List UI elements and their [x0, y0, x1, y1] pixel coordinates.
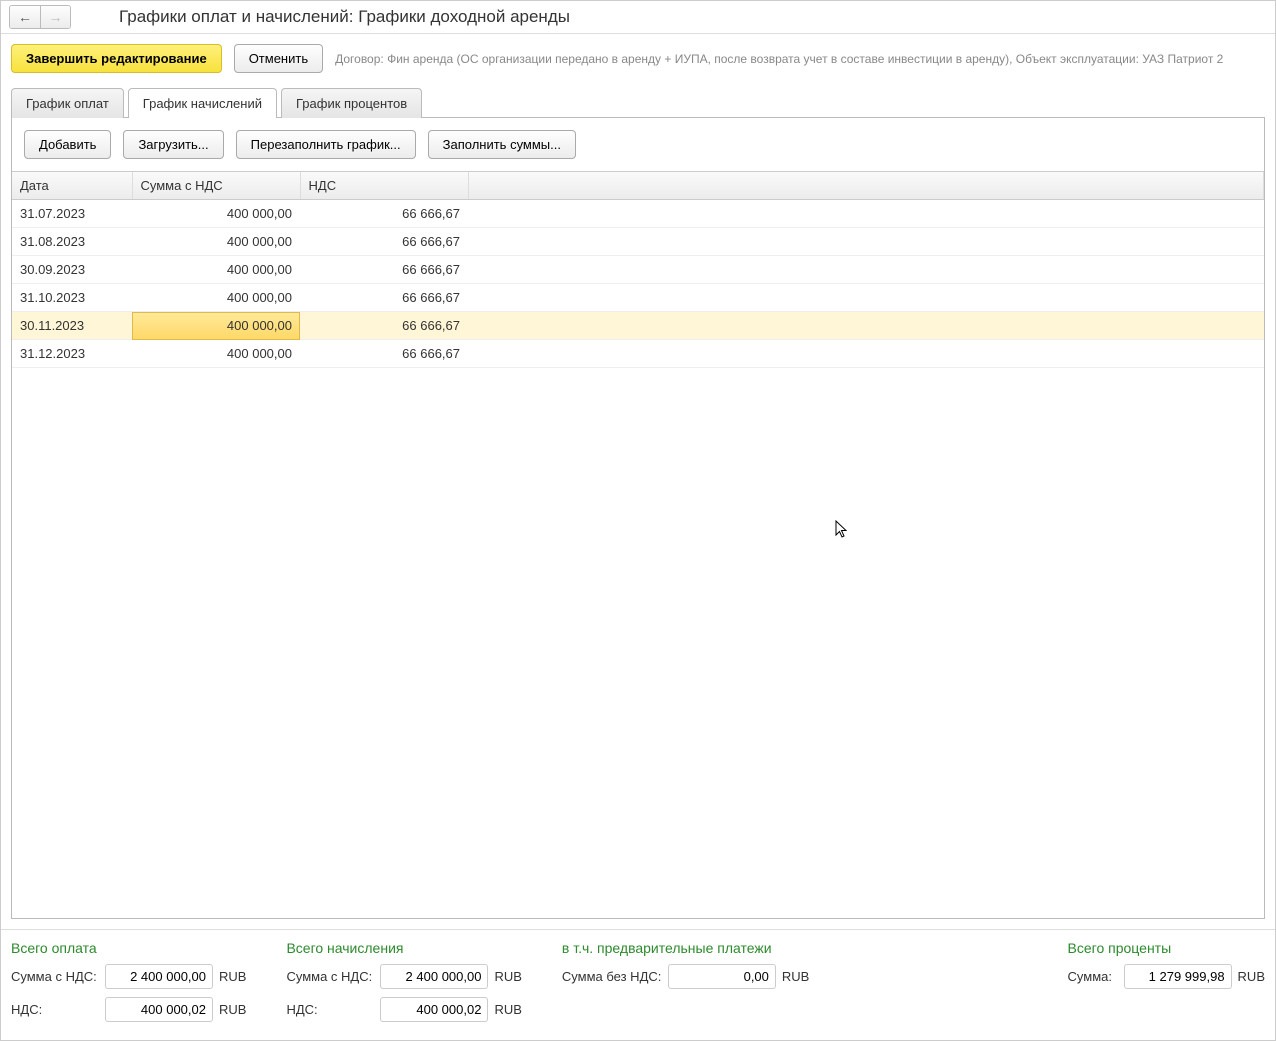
cancel-button[interactable]: Отменить	[234, 44, 323, 73]
cell-sum[interactable]: 400 000,00	[132, 256, 300, 284]
footer-total-interest: Всего проценты Сумма: RUB	[1068, 940, 1265, 1022]
table-row[interactable]: 30.11.2023400 000,0066 666,67	[12, 312, 1264, 340]
footer-total-accrual: Всего начисления Сумма с НДС: RUB НДС: R…	[286, 940, 521, 1022]
nav-back-button[interactable]: ←	[10, 6, 40, 28]
input-pay-sum[interactable]	[105, 964, 213, 989]
footer-total-pay: Всего оплата Сумма с НДС: RUB НДС: RUB	[11, 940, 246, 1022]
cell-date[interactable]: 30.09.2023	[12, 256, 132, 284]
tab-1[interactable]: График начислений	[128, 88, 277, 118]
cell-blank	[468, 200, 1264, 228]
cell-sum[interactable]: 400 000,00	[132, 200, 300, 228]
cell-nds[interactable]: 66 666,67	[300, 256, 468, 284]
cell-nds[interactable]: 66 666,67	[300, 228, 468, 256]
col-header-sum[interactable]: Сумма с НДС	[132, 172, 300, 200]
table-row[interactable]: 31.10.2023400 000,0066 666,67	[12, 284, 1264, 312]
footer-title-pay: Всего оплата	[11, 940, 246, 956]
context-subtext: Договор: Фин аренда (ОС организации пере…	[335, 52, 1223, 66]
arrow-right-icon: →	[49, 9, 63, 25]
col-header-date[interactable]: Дата	[12, 172, 132, 200]
table-wrap[interactable]: Дата Сумма с НДС НДС 31.07.2023400 000,0…	[12, 171, 1264, 918]
cell-sum[interactable]: 400 000,00	[132, 340, 300, 368]
cell-nds[interactable]: 66 666,67	[300, 312, 468, 340]
arrow-left-icon: ←	[18, 9, 32, 25]
cell-date[interactable]: 31.10.2023	[12, 284, 132, 312]
cell-blank	[468, 284, 1264, 312]
input-interest-sum[interactable]	[1124, 964, 1232, 989]
footer-totals: Всего оплата Сумма с НДС: RUB НДС: RUB В…	[1, 929, 1275, 1040]
label-accrual-nds: НДС:	[286, 1002, 374, 1017]
actionbar: Завершить редактирование Отменить Догово…	[1, 34, 1275, 87]
label-pay-nds: НДС:	[11, 1002, 99, 1017]
currency-label: RUB	[219, 1002, 246, 1017]
tab-0[interactable]: График оплат	[11, 88, 124, 118]
cell-sum[interactable]: 400 000,00	[132, 228, 300, 256]
col-header-nds[interactable]: НДС	[300, 172, 468, 200]
currency-label: RUB	[494, 1002, 521, 1017]
load-button[interactable]: Загрузить...	[123, 130, 223, 159]
table-row[interactable]: 31.08.2023400 000,0066 666,67	[12, 228, 1264, 256]
cell-blank	[468, 312, 1264, 340]
cell-sum[interactable]: 400 000,00	[132, 312, 300, 340]
cell-date[interactable]: 31.12.2023	[12, 340, 132, 368]
table-row[interactable]: 31.07.2023400 000,0066 666,67	[12, 200, 1264, 228]
col-header-blank	[468, 172, 1264, 200]
fill-sums-button[interactable]: Заполнить суммы...	[428, 130, 576, 159]
table-toolbar: Добавить Загрузить... Перезаполнить граф…	[12, 118, 1264, 171]
cell-date[interactable]: 30.11.2023	[12, 312, 132, 340]
cell-date[interactable]: 31.08.2023	[12, 228, 132, 256]
table-row[interactable]: 31.12.2023400 000,0066 666,67	[12, 340, 1264, 368]
cell-date[interactable]: 31.07.2023	[12, 200, 132, 228]
input-accrual-sum[interactable]	[380, 964, 488, 989]
footer-title-prepay: в т.ч. предварительные платежи	[562, 940, 809, 956]
cell-nds[interactable]: 66 666,67	[300, 284, 468, 312]
refill-schedule-button[interactable]: Перезаполнить график...	[236, 130, 416, 159]
titlebar: ← → Графики оплат и начислений: Графики …	[1, 1, 1275, 34]
cell-blank	[468, 228, 1264, 256]
cell-nds[interactable]: 66 666,67	[300, 200, 468, 228]
cell-blank	[468, 340, 1264, 368]
cell-nds[interactable]: 66 666,67	[300, 340, 468, 368]
currency-label: RUB	[494, 969, 521, 984]
table-row[interactable]: 30.09.2023400 000,0066 666,67	[12, 256, 1264, 284]
input-prepay-sum[interactable]	[668, 964, 776, 989]
add-button[interactable]: Добавить	[24, 130, 111, 159]
label-accrual-sum: Сумма с НДС:	[286, 969, 374, 984]
tab-body: Добавить Загрузить... Перезаполнить граф…	[11, 117, 1265, 919]
footer-title-interest: Всего проценты	[1068, 940, 1265, 956]
nav-forward-button[interactable]: →	[40, 6, 70, 28]
tab-2[interactable]: График процентов	[281, 88, 422, 118]
cell-blank	[468, 256, 1264, 284]
finish-editing-button[interactable]: Завершить редактирование	[11, 44, 222, 73]
accrual-table: Дата Сумма с НДС НДС 31.07.2023400 000,0…	[12, 172, 1264, 368]
nav-arrows: ← →	[9, 5, 71, 29]
input-pay-nds[interactable]	[105, 997, 213, 1022]
tabs: График оплатГрафик начисленийГрафик проц…	[1, 87, 1275, 117]
currency-label: RUB	[782, 969, 809, 984]
currency-label: RUB	[1238, 969, 1265, 984]
footer-title-accrual: Всего начисления	[286, 940, 521, 956]
label-prepay-sum: Сумма без НДС:	[562, 969, 662, 984]
input-accrual-nds[interactable]	[380, 997, 488, 1022]
footer-prepay: в т.ч. предварительные платежи Сумма без…	[562, 940, 809, 1022]
label-pay-sum: Сумма с НДС:	[11, 969, 99, 984]
page-title: Графики оплат и начислений: Графики дохо…	[119, 7, 570, 27]
currency-label: RUB	[219, 969, 246, 984]
label-interest-sum: Сумма:	[1068, 969, 1118, 984]
cell-sum[interactable]: 400 000,00	[132, 284, 300, 312]
